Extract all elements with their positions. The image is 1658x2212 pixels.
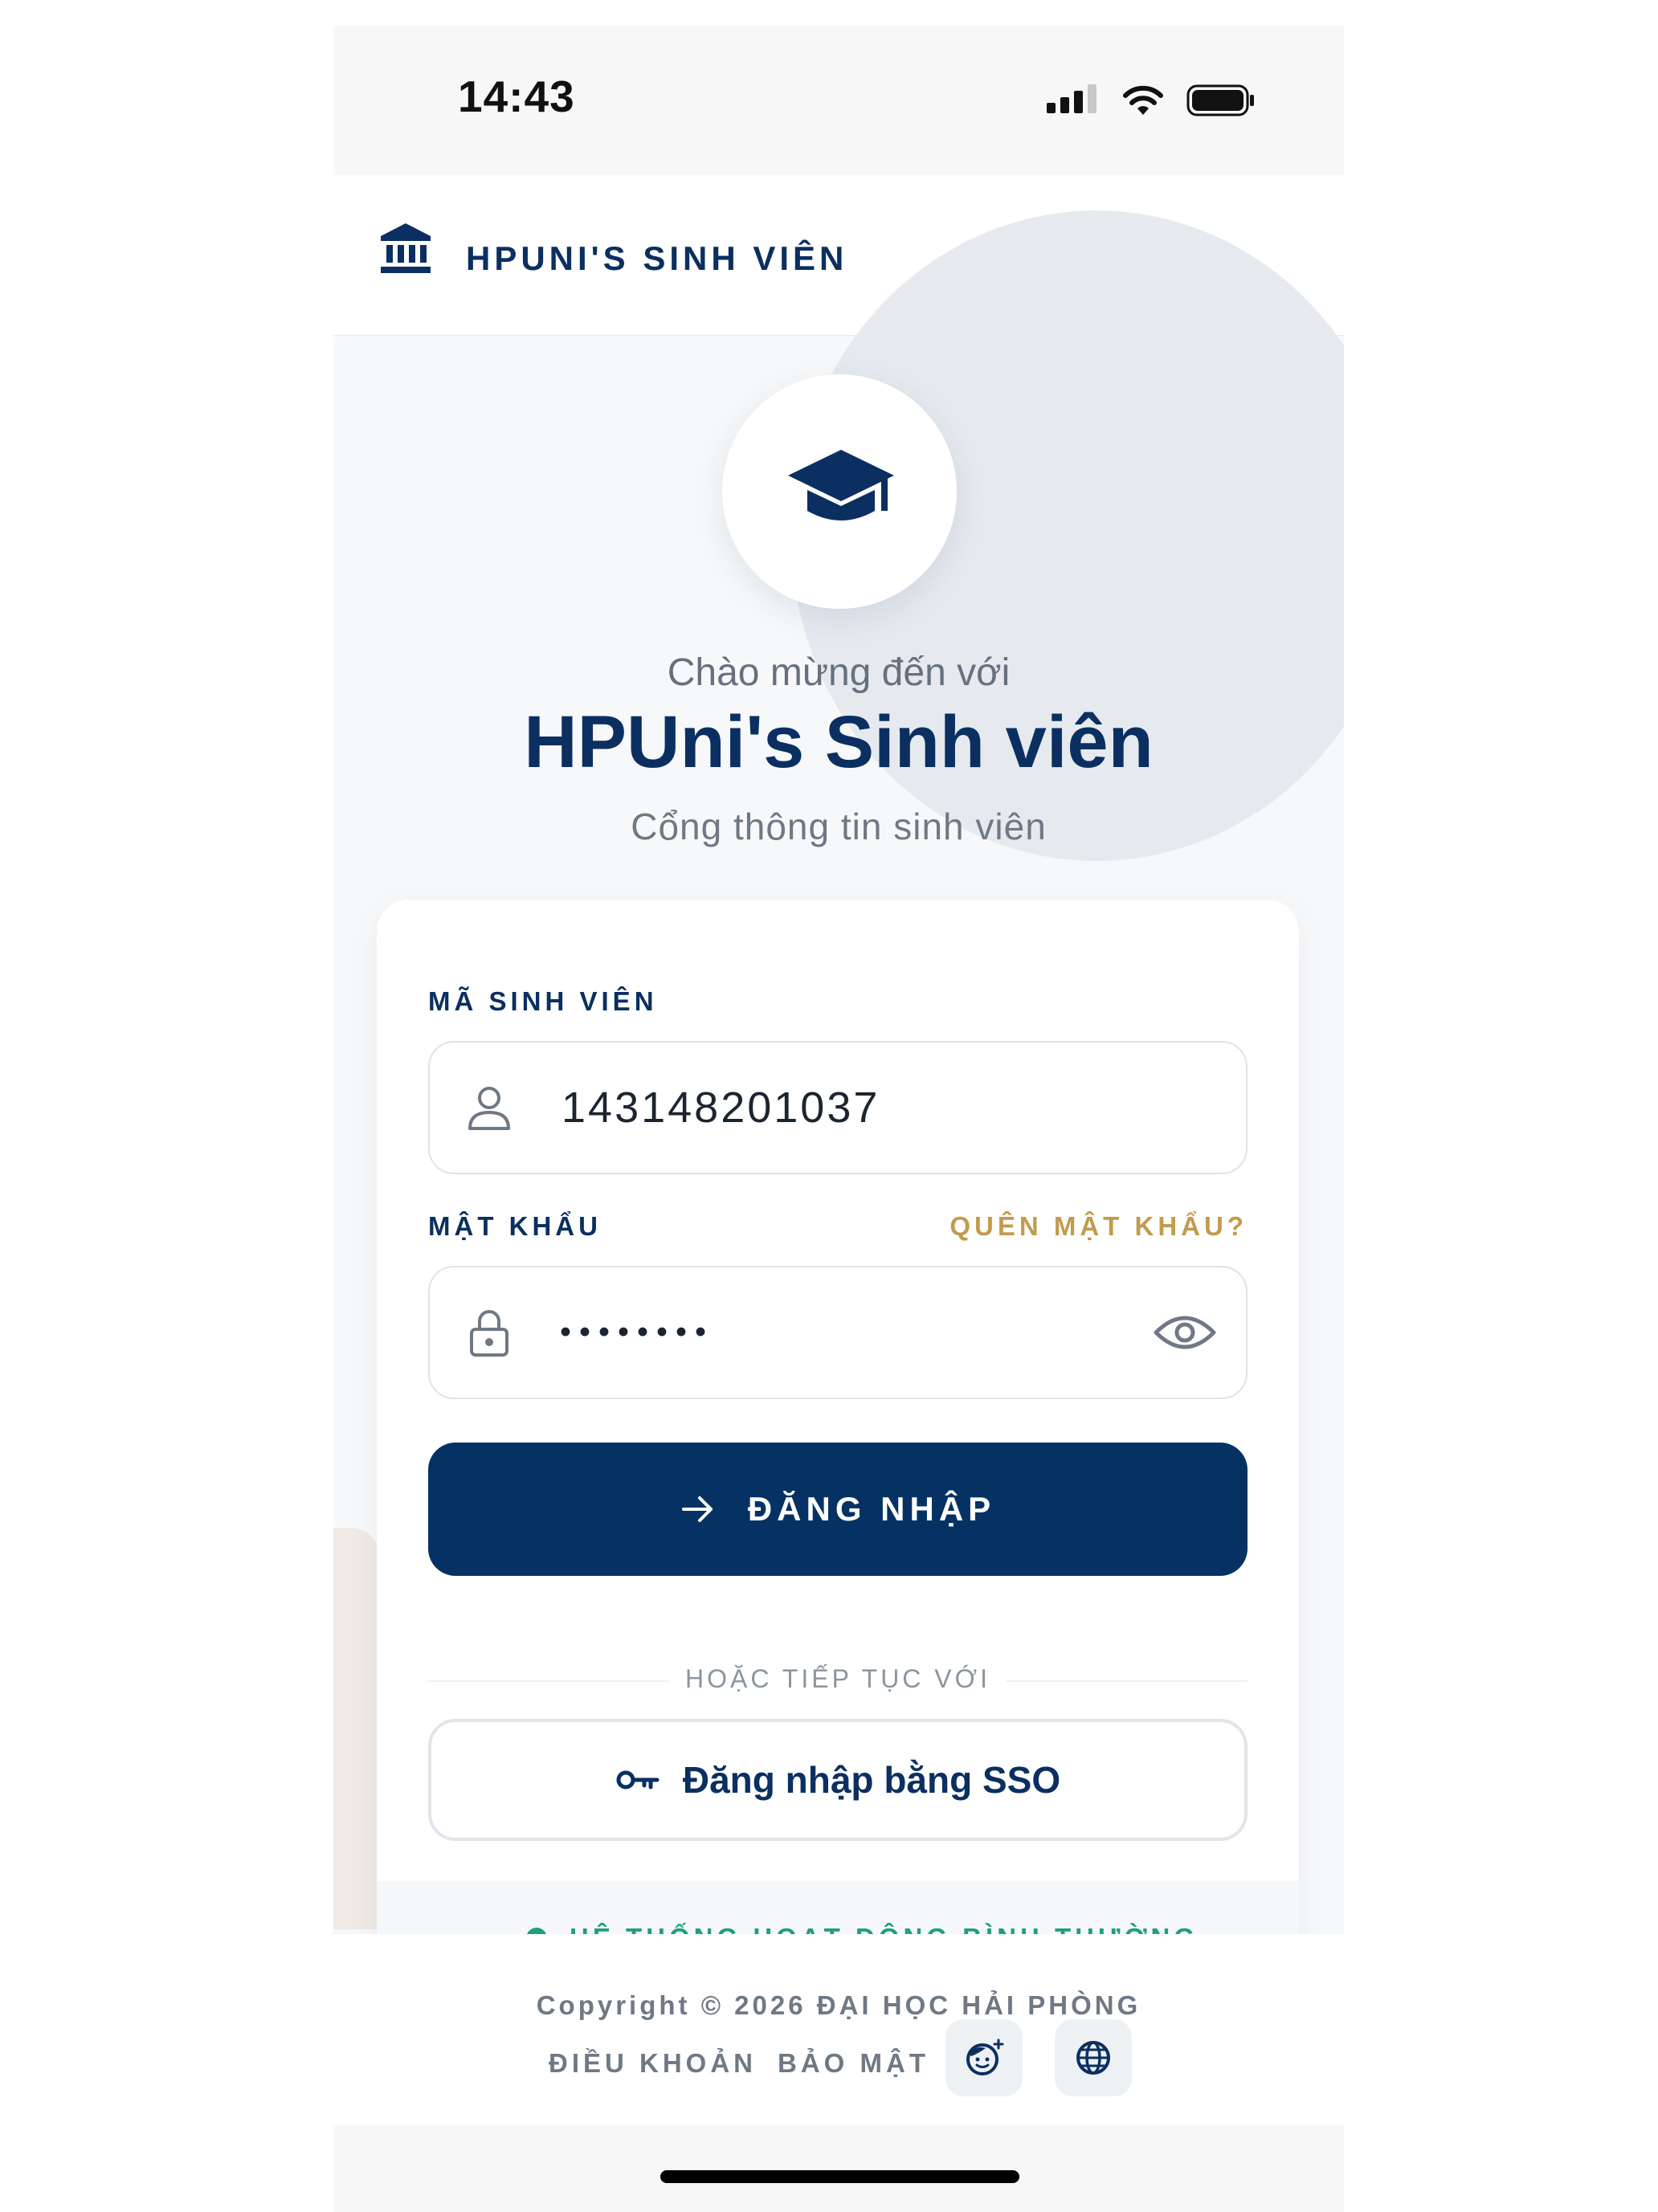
divider: HOẶC TIẾP TỤC VỚI bbox=[428, 1656, 1248, 1704]
password-field[interactable]: •••••••• bbox=[428, 1266, 1248, 1399]
lock-icon bbox=[470, 1310, 508, 1357]
hero-logo-circle bbox=[722, 374, 957, 609]
copyright-text: Copyright © 2026 ĐẠI HỌC HẢI PHÒNG bbox=[536, 1990, 1141, 2020]
sso-login-label: Đăng nhập bằng SSO bbox=[682, 1759, 1061, 1801]
graduation-cap-icon bbox=[788, 450, 894, 520]
login-card: MÃ SINH VIÊN MẬT KHẨU QUÊN MẬT KHẨU? •••… bbox=[377, 900, 1299, 1984]
hero-subtitle: Cổng thông tin sinh viên bbox=[631, 806, 1047, 847]
arrow-right-icon bbox=[681, 1496, 713, 1522]
wifi-icon bbox=[1123, 85, 1163, 115]
battery-icon bbox=[1186, 84, 1254, 116]
login-button[interactable]: ĐĂNG NHẬP bbox=[428, 1443, 1248, 1576]
login-button-label: ĐĂNG NHẬP bbox=[747, 1490, 996, 1528]
student-id-field[interactable] bbox=[428, 1041, 1248, 1174]
status-bar: 14:43 bbox=[333, 26, 1344, 175]
app-title: HPUNI'S SINH VIÊN bbox=[466, 239, 848, 277]
language-button[interactable] bbox=[1055, 2019, 1132, 2096]
phone-screen: 14:43 HPUNI'S SINH VIÊN Chào mừng đến vớ… bbox=[333, 26, 1344, 2212]
password-label: MẬT KHẨU bbox=[428, 1211, 602, 1241]
key-icon bbox=[616, 1770, 660, 1790]
hero-title: HPUni's Sinh viên bbox=[524, 701, 1154, 783]
student-id-label: MÃ SINH VIÊN bbox=[428, 986, 658, 1016]
home-indicator[interactable] bbox=[660, 2170, 1019, 2183]
terms-link[interactable]: ĐIỀU KHOẢN bbox=[549, 2048, 757, 2079]
divider-text: HOẶC TIẾP TỤC VỚI bbox=[685, 1664, 990, 1693]
status-time: 14:43 bbox=[458, 71, 575, 121]
eye-icon[interactable] bbox=[1153, 1308, 1217, 1357]
home-indicator-area bbox=[333, 2125, 1344, 2212]
cellular-signal-icon bbox=[1047, 84, 1096, 113]
user-icon bbox=[468, 1087, 510, 1130]
sso-login-button[interactable]: Đăng nhập bằng SSO bbox=[428, 1719, 1248, 1841]
face-icon bbox=[966, 2039, 1004, 2075]
welcome-text: Chào mừng đến với bbox=[667, 651, 1011, 694]
privacy-link[interactable]: BẢO MẬT bbox=[778, 2048, 929, 2079]
student-id-input[interactable] bbox=[560, 1082, 1122, 1133]
footer: Copyright © 2026 ĐẠI HỌC HẢI PHÒNG ĐIỀU … bbox=[333, 1934, 1344, 2151]
forgot-password-link[interactable]: QUÊN MẬT KHẨU? bbox=[949, 1211, 1248, 1242]
university-building-icon bbox=[381, 223, 431, 273]
password-input[interactable]: •••••••• bbox=[560, 1315, 1122, 1351]
accessibility-button[interactable] bbox=[945, 2019, 1023, 2096]
status-icons bbox=[1047, 80, 1256, 120]
decorative-side-shape bbox=[333, 1528, 382, 1929]
globe-icon bbox=[1076, 2041, 1110, 2075]
